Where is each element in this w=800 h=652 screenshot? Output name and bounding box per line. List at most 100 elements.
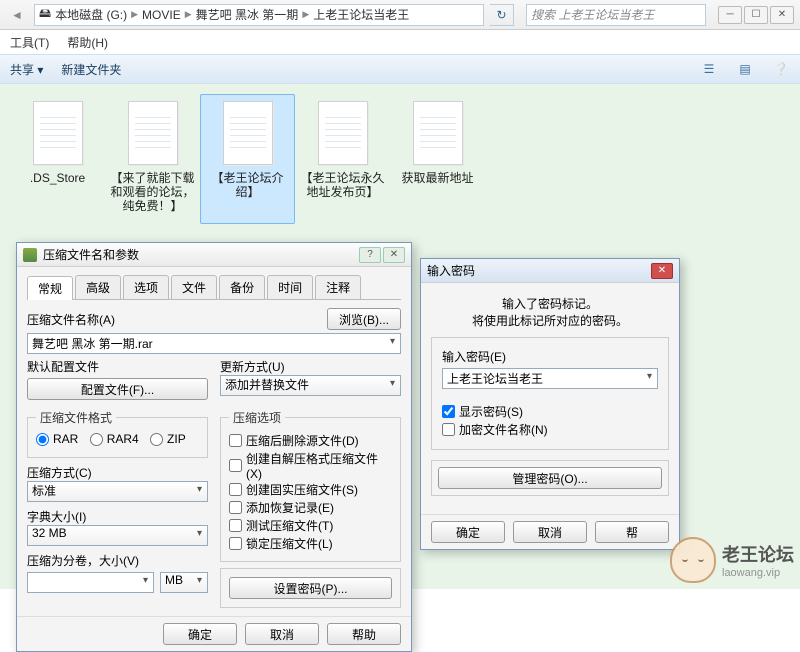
rar-ok-button[interactable]: 确定	[163, 623, 237, 645]
search-input[interactable]: 搜索 上老王论坛当老王	[526, 4, 706, 26]
pwd-header: 输入了密码标记。 将使用此标记所对应的密码。	[431, 291, 669, 337]
file-label: 获取最新地址	[401, 171, 473, 185]
split-label: 压缩为分卷，大小(V)	[27, 552, 208, 569]
opt-recovery[interactable]: 添加恢复记录(E)	[229, 499, 334, 516]
pwd-title: 输入密码	[427, 262, 475, 279]
chevron-right-icon: ▶	[131, 9, 138, 20]
menu-bar: 工具(T) 帮助(H)	[0, 30, 800, 54]
pwd-close-button[interactable]: ✕	[651, 263, 673, 279]
filename-input[interactable]	[27, 333, 401, 354]
pwd-line2: 将使用此标记所对应的密码。	[431, 312, 669, 329]
file-label: 【来了就能下载和观看的论坛，纯免费！】	[108, 171, 197, 213]
opt-test[interactable]: 测试压缩文件(T)	[229, 517, 333, 534]
rar-close-button[interactable]: ✕	[383, 247, 405, 263]
format-group: 压缩文件格式 RAR RAR4 ZIP	[27, 409, 208, 458]
file-label: 【老王论坛永久地址发布页】	[298, 171, 387, 199]
manage-pwd-button[interactable]: 管理密码(O)...	[438, 467, 662, 489]
refresh-button[interactable]: ↻	[490, 4, 514, 26]
toolbar-share[interactable]: 共享 ▾	[10, 61, 43, 78]
opt-sfx[interactable]: 创建自解压格式压缩文件(X)	[229, 450, 384, 481]
crumb-p2[interactable]: 舞艺吧 黑冰 第一期	[196, 6, 299, 23]
pwd-cancel-button[interactable]: 取消	[513, 521, 587, 543]
rar-tab[interactable]: 高级	[75, 275, 121, 299]
file-item[interactable]: 获取最新地址	[390, 94, 485, 224]
file-item[interactable]: 【来了就能下载和观看的论坛，纯免费！】	[105, 94, 200, 224]
chk-encrypt-names[interactable]: 加密文件名称(N)	[442, 421, 548, 438]
close-button[interactable]: ✕	[770, 6, 794, 24]
crumb-drive[interactable]: 本地磁盘 (G:)	[55, 6, 127, 23]
menu-tools[interactable]: 工具(T)	[10, 34, 49, 51]
split-unit-select[interactable]: MB	[160, 572, 208, 593]
pwd-ok-button[interactable]: 确定	[431, 521, 505, 543]
watermark: 老王论坛 laowang.vip	[670, 537, 794, 583]
update-select[interactable]: 添加并替换文件	[220, 375, 401, 396]
watermark-face-icon	[670, 537, 716, 583]
toolbar-newfolder[interactable]: 新建文件夹	[61, 61, 121, 78]
view-list-icon[interactable]: ☰	[700, 60, 718, 78]
watermark-title: 老王论坛	[722, 541, 794, 567]
pwd-input[interactable]	[442, 368, 658, 389]
rar-dialog: 压缩文件名和参数 ? ✕ 常规高级选项文件备份时间注释 压缩文件名称(A) 浏览…	[16, 242, 412, 652]
pwd-button-row: 确定 取消 帮	[421, 514, 679, 549]
file-label: 【老王论坛介绍】	[203, 171, 292, 199]
maximize-button[interactable]: ☐	[744, 6, 768, 24]
dict-select[interactable]: 32 MB	[27, 525, 208, 546]
set-password-button[interactable]: 设置密码(P)...	[229, 577, 392, 599]
opt-delete-src[interactable]: 压缩后删除源文件(D)	[229, 432, 359, 449]
file-item[interactable]: .DS_Store	[10, 94, 105, 224]
file-icon	[318, 101, 368, 165]
file-label: .DS_Store	[30, 171, 85, 185]
filename-label: 压缩文件名称(A)	[27, 311, 321, 328]
rar-tab[interactable]: 注释	[315, 275, 361, 299]
help-icon[interactable]: ❔	[772, 60, 790, 78]
back-button[interactable]: ◄	[6, 4, 28, 26]
chevron-right-icon: ▶	[185, 9, 192, 20]
pwd-help-button[interactable]: 帮	[595, 521, 669, 543]
view-details-icon[interactable]: ▤	[736, 60, 754, 78]
radio-zip[interactable]: ZIP	[150, 432, 186, 446]
drive-icon: 🖴	[39, 4, 51, 25]
method-select[interactable]: 标准	[27, 481, 208, 502]
rar-tabstrip: 常规高级选项文件备份时间注释	[27, 275, 401, 300]
file-icon	[413, 101, 463, 165]
search-placeholder: 搜索 上老王论坛当老王	[531, 6, 654, 23]
watermark-url: laowang.vip	[722, 567, 780, 579]
split-size-input[interactable]	[27, 572, 154, 593]
dict-label: 字典大小(I)	[27, 508, 208, 525]
opt-solid[interactable]: 创建固实压缩文件(S)	[229, 481, 358, 498]
browse-button[interactable]: 浏览(B)...	[327, 308, 401, 330]
rar-tab[interactable]: 常规	[27, 276, 73, 300]
rar-help-button[interactable]: 帮助	[327, 623, 401, 645]
rar-tab[interactable]: 时间	[267, 275, 313, 299]
file-item[interactable]: 【老王论坛介绍】	[200, 94, 295, 224]
menu-help[interactable]: 帮助(H)	[67, 34, 108, 51]
profile-label: 默认配置文件	[27, 358, 208, 375]
pwd-line1: 输入了密码标记。	[431, 295, 669, 312]
rar-tab[interactable]: 备份	[219, 275, 265, 299]
rar-tab[interactable]: 选项	[123, 275, 169, 299]
options-legend: 压缩选项	[229, 409, 285, 426]
rar-title: 压缩文件名和参数	[43, 246, 139, 263]
file-icon	[223, 101, 273, 165]
profile-button[interactable]: 配置文件(F)...	[27, 378, 208, 400]
chk-show-pwd[interactable]: 显示密码(S)	[442, 403, 523, 420]
update-label: 更新方式(U)	[220, 358, 401, 375]
format-legend: 压缩文件格式	[36, 409, 116, 426]
rar-titlebar[interactable]: 压缩文件名和参数 ? ✕	[17, 243, 411, 267]
file-item[interactable]: 【老王论坛永久地址发布页】	[295, 94, 390, 224]
rar-cancel-button[interactable]: 取消	[245, 623, 319, 645]
radio-rar[interactable]: RAR	[36, 432, 78, 446]
chevron-right-icon: ▶	[302, 9, 309, 20]
opt-lock[interactable]: 锁定压缩文件(L)	[229, 535, 333, 552]
breadcrumb[interactable]: 🖴 本地磁盘 (G:) ▶ MOVIE ▶ 舞艺吧 黑冰 第一期 ▶ 上老王论坛…	[34, 4, 484, 26]
pwd-label: 输入密码(E)	[442, 348, 658, 365]
crumb-p3[interactable]: 上老王论坛当老王	[313, 6, 409, 23]
crumb-p1[interactable]: MOVIE	[142, 8, 181, 22]
toolbar: 共享 ▾ 新建文件夹 ☰ ▤ ❔	[0, 54, 800, 84]
radio-rar4[interactable]: RAR4	[90, 432, 139, 446]
rar-tab[interactable]: 文件	[171, 275, 217, 299]
rar-help-button[interactable]: ?	[359, 247, 381, 263]
pwd-titlebar[interactable]: 输入密码 ✕	[421, 259, 679, 283]
window-controls: ─ ☐ ✕	[718, 6, 794, 24]
minimize-button[interactable]: ─	[718, 6, 742, 24]
